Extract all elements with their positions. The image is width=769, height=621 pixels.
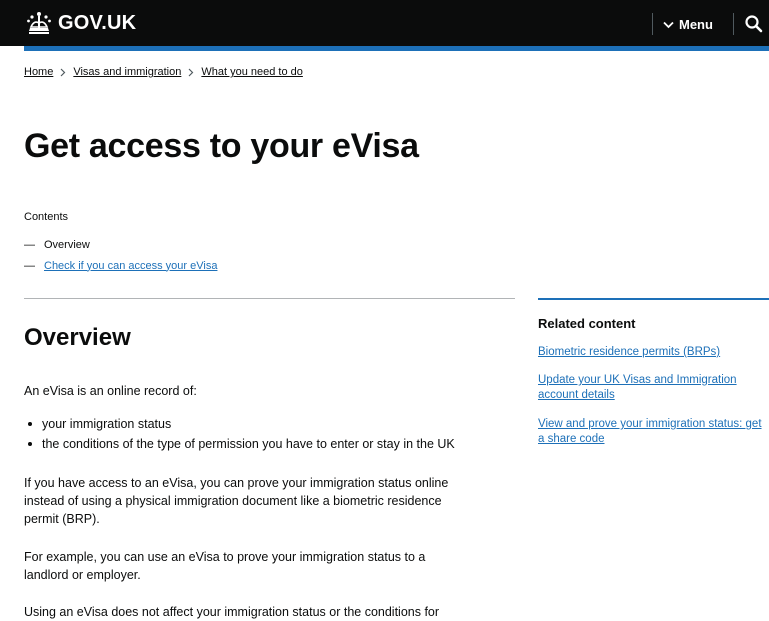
logo-text: GOV.UK <box>58 11 137 34</box>
list-item: the conditions of the type of permission… <box>24 434 455 454</box>
related-link-text: Update your UK Visas and Immigration <box>538 374 737 386</box>
contents-list: — Overview — Check if you can access you… <box>24 234 217 276</box>
list-item-text: your immigration status <box>42 417 172 431</box>
related-link-share-code[interactable]: View and prove your immigration status: … <box>538 417 762 447</box>
related-link-text: Biometric residence permits (BRPs) <box>538 346 721 358</box>
list-item-text: the conditions of the type of permission… <box>42 437 455 451</box>
breadcrumb-link-visas[interactable]: Visas and immigration <box>73 66 181 78</box>
related-content-bar <box>538 298 769 300</box>
related-link-text: account details <box>538 389 615 401</box>
contents-item-overview: — Overview <box>24 234 217 255</box>
bullet-icon <box>28 442 32 446</box>
contents-item-check: — Check if you can access your eVisa <box>24 255 217 276</box>
site-header: GOV.UK Menu <box>0 0 769 46</box>
overview-intro: An eVisa is an online record of: <box>24 384 197 398</box>
breadcrumb: Home Visas and immigration What you need… <box>24 66 303 78</box>
related-link-text: View and prove your immigration status: … <box>538 418 762 430</box>
overview-bullets: your immigration status the conditions o… <box>24 414 455 454</box>
related-link-brp[interactable]: Biometric residence permits (BRPs) <box>538 345 720 360</box>
contents-item-label: Overview <box>44 238 90 251</box>
page-title: Get access to your eVisa <box>24 127 419 165</box>
search-button[interactable] <box>744 14 764 34</box>
header-divider <box>733 13 734 35</box>
dash-icon: — <box>24 259 35 272</box>
search-icon <box>744 15 764 38</box>
paragraph-line: permit (BRP). <box>24 512 100 526</box>
related-link-text: a share code <box>538 433 605 445</box>
breadcrumb-link-what-you-need[interactable]: What you need to do <box>201 66 303 78</box>
paragraph-line: landlord or employer. <box>24 568 141 582</box>
dash-icon: — <box>24 238 35 251</box>
crown-icon <box>26 11 52 35</box>
paragraph-line: instead of using a physical immigration … <box>24 494 442 508</box>
menu-label: Menu <box>679 16 713 32</box>
list-item: your immigration status <box>24 414 455 434</box>
paragraph-line: Using an eVisa does not affect your immi… <box>24 605 440 619</box>
paragraph-line: If you have access to an eVisa, you can … <box>24 476 449 490</box>
related-content-title: Related content <box>538 316 636 331</box>
header-accent-bar <box>24 46 769 51</box>
paragraph-line: For example, you can use an eVisa to pro… <box>24 550 426 564</box>
header-divider <box>652 13 653 35</box>
overview-heading: Overview <box>24 324 131 351</box>
related-link-update-account[interactable]: Update your UK Visas and Immigration acc… <box>538 373 737 403</box>
breadcrumb-link-home[interactable]: Home <box>24 66 53 78</box>
chevron-down-icon <box>663 17 674 32</box>
contents-label: Contents <box>24 211 69 223</box>
contents-link-check-access[interactable]: Check if you can access your eVisa <box>44 260 217 272</box>
bullet-icon <box>28 422 32 426</box>
menu-button[interactable]: Menu <box>663 14 713 34</box>
govuk-logo-link[interactable]: GOV.UK <box>26 10 136 36</box>
section-divider <box>24 298 515 299</box>
chevron-right-icon <box>188 68 194 77</box>
chevron-right-icon <box>60 68 66 77</box>
